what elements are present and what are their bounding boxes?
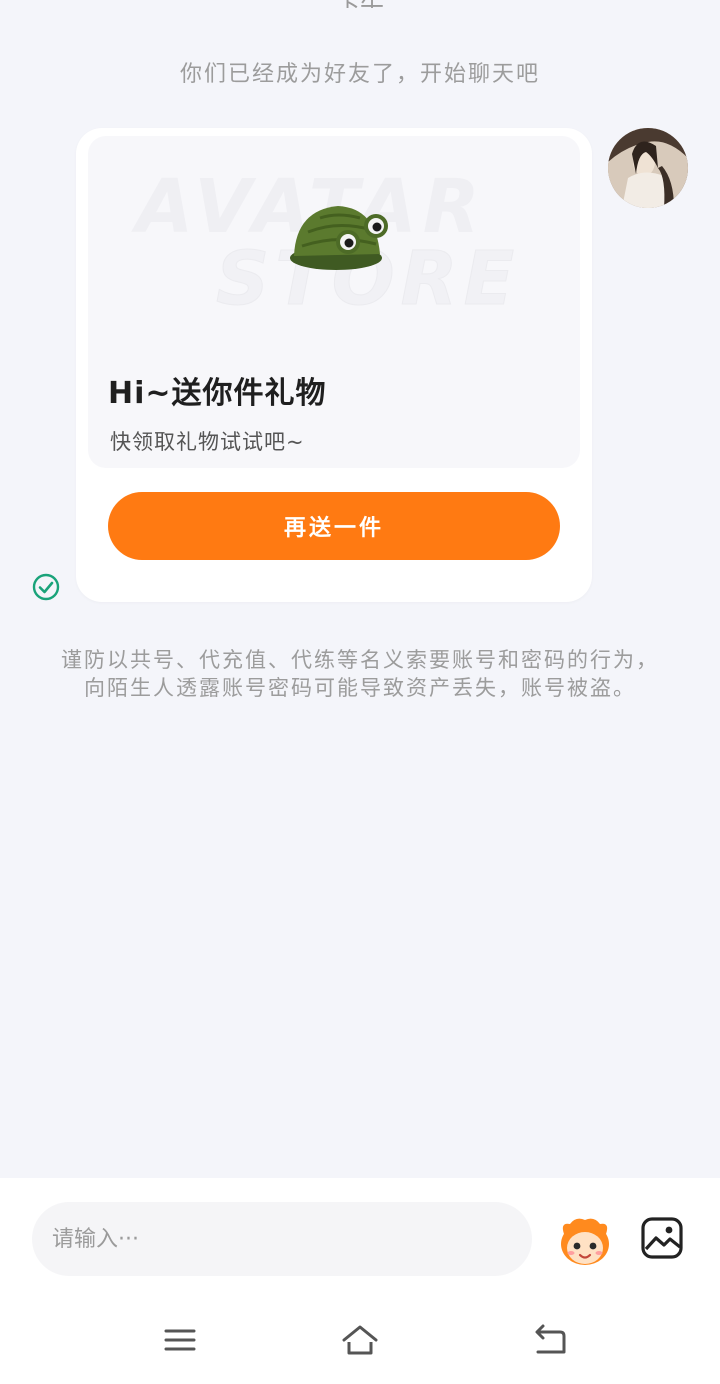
partial-timestamp: 下午	[0, 0, 720, 8]
system-nav-bar	[0, 1298, 720, 1384]
send-another-gift-button[interactable]: 再送一件	[108, 492, 560, 560]
home-icon[interactable]	[340, 1322, 380, 1358]
gift-subtitle: 快领取礼物试试吧~	[110, 430, 305, 454]
image-icon[interactable]	[640, 1216, 684, 1260]
gift-title: Hi~送你件礼物	[108, 376, 327, 411]
check-circle-icon	[32, 573, 60, 601]
chat-screen: 下午 你们已经成为好友了，开始聊天吧 AVATAR STORE	[0, 0, 720, 1384]
back-icon[interactable]	[530, 1322, 570, 1358]
security-warning: 谨防以共号、代充值、代练等名义索要账号和密码的行为，向陌生人透露账号密码可能导致…	[61, 648, 659, 700]
avatar[interactable]	[608, 128, 688, 208]
emoji-face-icon[interactable]	[556, 1214, 614, 1268]
message-input[interactable]	[32, 1202, 532, 1276]
system-message: 你们已经成为好友了，开始聊天吧	[179, 62, 540, 87]
message-input-bar	[0, 1178, 720, 1298]
gift-message-card: AVATAR STORE Hi~送你件礼物 快领取礼物试试吧~ 再送一件	[76, 128, 592, 602]
gift-banner: AVATAR STORE	[88, 136, 580, 468]
menu-icon[interactable]	[160, 1322, 200, 1358]
frog-hat-image	[290, 206, 388, 270]
